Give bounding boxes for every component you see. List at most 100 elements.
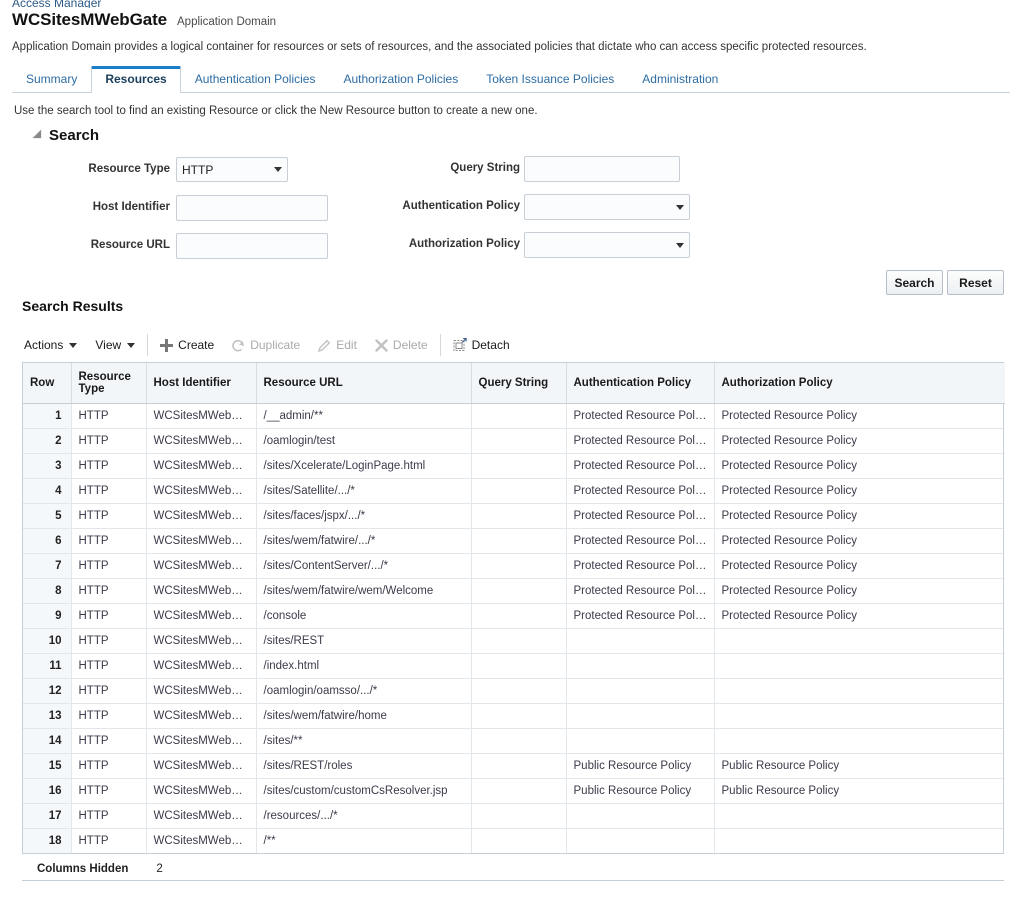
cell-authorization-policy [714, 678, 1005, 704]
resource-type-select[interactable]: HTTP [176, 157, 288, 182]
cell-row-number: 11 [23, 653, 72, 679]
cell-query-string [471, 578, 567, 604]
tab-administration[interactable]: Administration [628, 66, 732, 92]
authentication-policy-select[interactable] [524, 194, 690, 220]
tab-authentication-policies[interactable]: Authentication Policies [181, 66, 330, 92]
resource-url-label: Resource URL [90, 239, 170, 251]
disclosure-triangle-icon[interactable] [32, 129, 46, 142]
tab-bar: Summary Resources Authentication Policie… [12, 66, 1010, 93]
column-header-row[interactable]: Row [23, 363, 72, 404]
cell-authentication-policy: Protected Resource Policy [566, 453, 715, 479]
cell-resource-type: HTTP [71, 403, 147, 429]
actions-menu-button[interactable]: Actions [22, 334, 86, 356]
column-header-query-string[interactable]: Query String [471, 363, 567, 404]
page-header: WCSitesMWebGate Application Domain [12, 10, 276, 30]
column-header-authentication-policy[interactable]: Authentication Policy [566, 363, 715, 404]
cell-resource-url: /oamlogin/test [256, 428, 472, 454]
cell-authentication-policy: Protected Resource Policy [566, 553, 715, 579]
chevron-down-icon [274, 167, 282, 172]
cell-row-number: 7 [23, 553, 72, 579]
table-row[interactable]: 12 HTTP WCSitesMWebGate/oamlogin/oamsso/..… [23, 678, 1005, 704]
toolbar-divider [147, 334, 149, 356]
table-row[interactable]: 5 HTTP WCSitesMWebGate/sites/faces/jspx/..… [23, 503, 1005, 529]
detach-button[interactable]: Detach [444, 334, 519, 356]
host-identifier-input[interactable] [176, 195, 328, 221]
cell-authentication-policy [566, 703, 715, 729]
column-header-host-identifier[interactable]: Host Identifier [146, 363, 257, 404]
table-row[interactable]: 15 HTTP WCSitesMWebGate/sites/REST/roles Pu… [23, 753, 1005, 779]
cell-resource-type: HTTP [71, 828, 147, 853]
reset-button[interactable]: Reset [947, 270, 1004, 295]
table-row[interactable]: 16 HTTP WCSitesMWebGate/sites/custom/custo… [23, 778, 1005, 804]
cell-authentication-policy [566, 728, 715, 754]
cell-host-identifier: WCSitesMWebGate [146, 778, 257, 804]
table-row[interactable]: 7 HTTP WCSitesMWebGate/sites/ContentServer… [23, 553, 1005, 579]
cell-authentication-policy: Protected Resource Policy [566, 503, 715, 529]
cell-authentication-policy [566, 828, 715, 853]
table-row[interactable]: 2 HTTP WCSitesMWebGate/oamlogin/test Protec… [23, 428, 1005, 454]
cell-query-string [471, 753, 567, 779]
table-row[interactable]: 11 HTTP WCSitesMWebGate/index.html [23, 653, 1005, 679]
cell-authorization-policy: Protected Resource Policy [714, 428, 1005, 454]
table-row[interactable]: 17 HTTP WCSitesMWebGate/resources/.../* [23, 803, 1005, 829]
column-header-authorization-policy[interactable]: Authorization Policy [714, 363, 1005, 404]
tab-token-issuance-policies[interactable]: Token Issuance Policies [472, 66, 628, 92]
table-row[interactable]: 14 HTTP WCSitesMWebGate/sites/** [23, 728, 1005, 754]
breadcrumb[interactable]: Access Manager [12, 0, 101, 8]
cell-authentication-policy: Public Resource Policy [566, 753, 715, 779]
table-row[interactable]: 4 HTTP WCSitesMWebGate/sites/Satellite/...… [23, 478, 1005, 504]
table-row[interactable]: 18 HTTP WCSitesMWebGate/** [23, 828, 1005, 853]
detach-icon [453, 338, 467, 352]
cell-row-number: 9 [23, 603, 72, 629]
cell-resource-type: HTTP [71, 653, 147, 679]
query-string-input[interactable] [524, 156, 680, 182]
column-header-resource-type[interactable]: Resource Type [71, 363, 147, 404]
view-menu-button[interactable]: View [86, 334, 144, 356]
create-button[interactable]: Create [151, 334, 223, 356]
cell-authentication-policy [566, 628, 715, 654]
tab-summary[interactable]: Summary [12, 66, 91, 92]
delete-button: Delete [366, 334, 437, 356]
cell-resource-type: HTTP [71, 753, 147, 779]
cell-authorization-policy: Protected Resource Policy [714, 578, 1005, 604]
cell-host-identifier: WCSitesMWebGate [146, 603, 257, 629]
table-row[interactable]: 3 HTTP WCSitesMWebGate/sites/Xcelerate/Log… [23, 453, 1005, 479]
delete-label: Delete [392, 338, 428, 352]
breadcrumb-label: Access Manager [12, 0, 102, 8]
column-header-resource-url[interactable]: Resource URL [256, 363, 472, 404]
application-domain-page: Access Manager WCSitesMWebGate Applicati… [0, 0, 1022, 912]
search-section-header[interactable]: Search [32, 127, 99, 144]
table-row[interactable]: 8 HTTP WCSitesMWebGate/sites/wem/fatwire/w… [23, 578, 1005, 604]
cell-host-identifier: WCSitesMWebGate [146, 703, 257, 729]
cell-host-identifier: WCSitesMWebGate [146, 628, 257, 654]
cell-host-identifier: WCSitesMWebGate [146, 578, 257, 604]
table-row[interactable]: 10 HTTP WCSitesMWebGate/sites/REST [23, 628, 1005, 654]
cell-host-identifier: WCSitesMWebGate [146, 528, 257, 554]
cell-resource-url: /sites/ContentServer/.../* [256, 553, 472, 579]
search-button[interactable]: Search [886, 270, 943, 295]
table-row[interactable]: 6 HTTP WCSitesMWebGate/sites/wem/fatwire/.… [23, 528, 1005, 554]
table-row[interactable]: 9 HTTP WCSitesMWebGate/console Protected Re… [23, 603, 1005, 629]
tab-authorization-policies[interactable]: Authorization Policies [329, 66, 472, 92]
cell-host-identifier: WCSitesMWebGate [146, 478, 257, 504]
columns-hidden-label: Columns Hidden [37, 862, 129, 875]
table-row[interactable]: 1 HTTP WCSitesMWebGate/__admin/** Protected… [23, 403, 1005, 429]
cell-query-string [471, 703, 567, 729]
edit-label: Edit [336, 338, 357, 352]
cell-authorization-policy: Protected Resource Policy [714, 403, 1005, 429]
resource-url-input[interactable] [176, 233, 328, 259]
columns-hidden-count: 2 [156, 862, 163, 875]
cell-authorization-policy [714, 628, 1005, 654]
cell-resource-url: /index.html [256, 653, 472, 679]
cell-resource-type: HTTP [71, 503, 147, 529]
table-row[interactable]: 13 HTTP WCSitesMWebGate/sites/wem/fatwire/… [23, 703, 1005, 729]
tab-resources[interactable]: Resources [91, 66, 181, 93]
cell-row-number: 18 [23, 828, 72, 853]
search-results-table: Row Resource Type Host Identifier Resour… [22, 362, 1005, 854]
cell-resource-url: /sites/** [256, 728, 472, 754]
resource-type-value: HTTP [182, 162, 214, 177]
table-body: 1 HTTP WCSitesMWebGate/__admin/** Protected… [23, 403, 1005, 853]
cell-resource-type: HTTP [71, 703, 147, 729]
instruction-text: Use the search tool to find an existing … [14, 105, 538, 117]
authorization-policy-select[interactable] [524, 232, 690, 258]
